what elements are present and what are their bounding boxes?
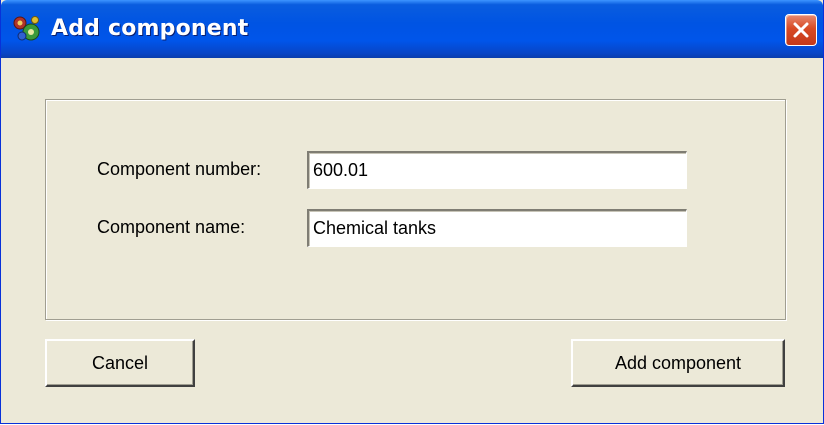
component-name-input[interactable] xyxy=(307,209,687,247)
component-name-label: Component name: xyxy=(97,217,246,237)
app-icon xyxy=(11,14,43,44)
cancel-button[interactable]: Cancel xyxy=(45,339,195,387)
component-number-input[interactable] xyxy=(307,151,687,189)
add-component-button[interactable]: Add component xyxy=(571,339,785,387)
add-component-dialog: Add component Component number: Componen… xyxy=(0,0,824,424)
close-button[interactable] xyxy=(785,14,817,46)
title-bar[interactable]: Add component xyxy=(1,0,823,58)
window-title: Add component xyxy=(51,16,249,41)
close-icon xyxy=(793,22,809,38)
component-number-label: Component number: xyxy=(97,159,262,179)
